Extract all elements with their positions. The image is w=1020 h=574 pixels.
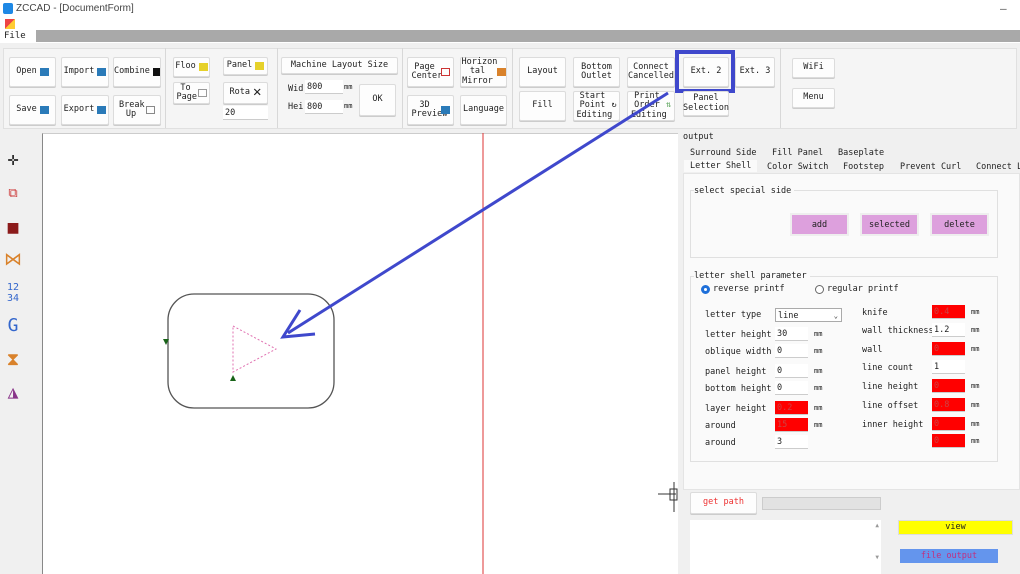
- param-input[interactable]: 0.8: [932, 398, 965, 412]
- unit-label: mm: [971, 345, 980, 353]
- param-input[interactable]: 0.4: [932, 305, 965, 319]
- tab-surround-side[interactable]: Surround Side: [684, 147, 763, 159]
- param-input[interactable]: 0: [775, 381, 808, 395]
- param-input[interactable]: 1.2: [932, 323, 965, 337]
- param-label: around: [705, 421, 736, 431]
- annotation-arrow: [287, 91, 669, 335]
- param-label: letter height: [705, 330, 772, 340]
- add-button[interactable]: add: [790, 213, 849, 236]
- tab-footstep[interactable]: Footstep: [837, 161, 890, 173]
- file-output-button[interactable]: file output: [900, 549, 998, 563]
- get-path-button[interactable]: get path: [690, 492, 757, 514]
- unit-label: mm: [971, 326, 980, 334]
- scroll-up-icon[interactable]: ▲: [875, 522, 879, 529]
- param-input[interactable]: 1: [932, 360, 965, 374]
- param-input[interactable]: 0: [932, 342, 965, 356]
- unit-label: mm: [971, 420, 980, 428]
- tab-connect-le[interactable]: Connect Le: [970, 161, 1020, 173]
- unit-label: mm: [814, 367, 823, 375]
- param-label: layer height: [705, 404, 767, 414]
- unit-label: mm: [814, 404, 823, 412]
- chevron-down-icon: ⌄: [833, 312, 838, 320]
- param-label: knife: [862, 308, 888, 318]
- unit-label: mm: [971, 437, 980, 445]
- param-input[interactable]: 30: [775, 327, 808, 341]
- param-input[interactable]: 0: [932, 434, 965, 448]
- unit-label: mm: [814, 330, 823, 338]
- param-label: letter type: [705, 310, 762, 320]
- param-input[interactable]: 0: [775, 364, 808, 378]
- scroll-down-icon[interactable]: ▼: [875, 554, 879, 561]
- param-label: line count: [862, 363, 914, 373]
- arrow-head: [280, 309, 316, 339]
- param-input[interactable]: 3: [775, 435, 808, 449]
- unit-label: mm: [814, 384, 823, 392]
- param-label: panel height: [705, 367, 767, 377]
- tab-prevent-curl[interactable]: Prevent Curl: [894, 161, 967, 173]
- letter-type-value: line: [778, 311, 799, 321]
- start-marker-icon-2: [230, 375, 236, 381]
- regular-printf-label: regular printf: [827, 284, 899, 294]
- param-label: bottom height: [705, 384, 772, 394]
- tab-color-switch[interactable]: Color Switch: [761, 161, 834, 173]
- param-input[interactable]: 0: [932, 379, 965, 393]
- param-label: around: [705, 438, 736, 448]
- unit-label: mm: [971, 401, 980, 409]
- triangle-shape: [232, 325, 278, 373]
- param-label: line height: [862, 382, 919, 392]
- output-log[interactable]: ▲ ▼: [690, 520, 881, 574]
- param-input[interactable]: 15: [775, 418, 808, 432]
- parameter-title: letter shell parameter: [694, 271, 810, 281]
- progress-bar: [762, 497, 881, 510]
- letter-type-select[interactable]: line ⌄: [775, 308, 842, 322]
- selected-button[interactable]: selected: [860, 213, 919, 236]
- param-label: inner height: [862, 420, 924, 430]
- tab-letter-shell[interactable]: Letter Shell: [684, 160, 758, 172]
- unit-label: mm: [814, 347, 823, 355]
- reverse-printf-label: reverse printf: [713, 284, 785, 294]
- special-side-title: select special side: [694, 186, 795, 196]
- reverse-printf-radio[interactable]: [701, 285, 710, 294]
- unit-label: mm: [971, 382, 980, 390]
- letter-outline: [167, 293, 335, 409]
- unit-label: mm: [971, 308, 980, 316]
- param-label: oblique width: [705, 347, 772, 357]
- param-input[interactable]: 0: [775, 344, 808, 358]
- tab-fill-panel[interactable]: Fill Panel: [766, 147, 829, 159]
- param-input[interactable]: 0: [932, 417, 965, 431]
- view-button[interactable]: view: [898, 520, 1013, 535]
- tab-baseplate[interactable]: Baseplate: [832, 147, 890, 159]
- crosshair-cursor-icon: [658, 482, 678, 512]
- regular-printf-radio[interactable]: [815, 285, 824, 294]
- param-label: wall thickness: [862, 326, 934, 336]
- unit-label: mm: [814, 421, 823, 429]
- output-title: output: [683, 132, 714, 142]
- param-label: line offset: [862, 401, 919, 411]
- param-label: wall: [862, 345, 883, 355]
- param-input[interactable]: 0.2: [775, 401, 808, 415]
- delete-button[interactable]: delete: [930, 213, 989, 236]
